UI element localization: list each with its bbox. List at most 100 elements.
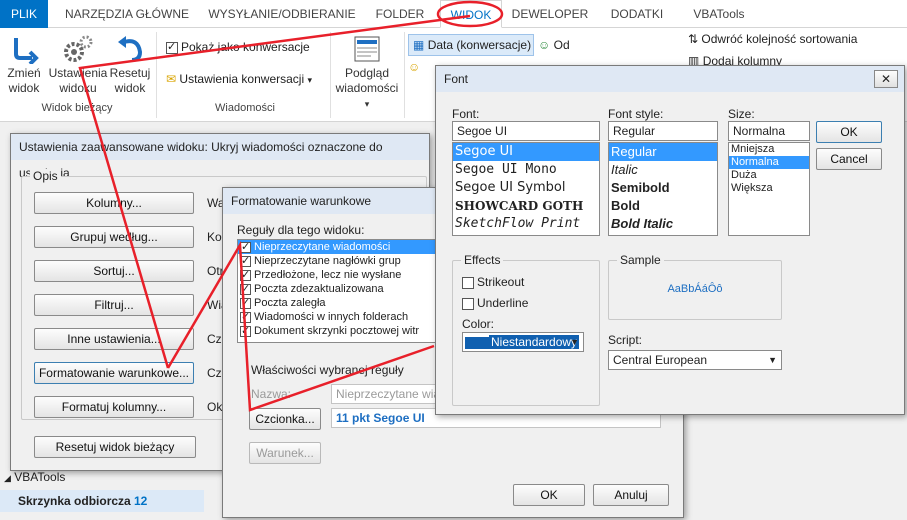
cancel-button[interactable]: Cancel <box>816 148 882 170</box>
font-list-items: Segoe UI Segoe UI Mono Segoe UI Symbol SHOW… <box>453 143 599 233</box>
ribbon-tab-bar: PLIK NARZĘDZIA GŁÓWNE WYSYŁANIE/ODBIERAN… <box>0 0 907 28</box>
ok-button[interactable]: OK <box>513 484 585 506</box>
show-as-conversations-checkbox[interactable]: Pokaż jako konwersacje <box>166 40 310 54</box>
rule-label: Przedłożone, lecz nie wysłane <box>254 269 402 281</box>
font-style-label: Font style: <box>608 107 664 121</box>
font-style-item[interactable]: Regular <box>609 143 717 161</box>
rule-checkbox[interactable] <box>240 254 251 268</box>
condition-button[interactable]: Warunek... <box>249 442 321 464</box>
tab-developer[interactable]: DEWELOPER <box>510 0 590 28</box>
group-current-view-label: Widok bieżący <box>41 102 113 114</box>
vbatools-label: VBATools <box>14 470 66 484</box>
arrangement-date-conversations[interactable]: ▦ Data (konwersacje) <box>408 34 534 56</box>
size-item[interactable]: Normalna <box>729 156 809 169</box>
font-list-item[interactable]: Segoe UI Mono <box>453 161 599 179</box>
rule-label: Poczta zaległa <box>254 297 326 309</box>
undo-icon <box>118 36 143 62</box>
font-style-item[interactable]: Bold Italic <box>609 215 717 233</box>
color-swatch <box>465 336 489 349</box>
show-as-conversations-label: Pokaż jako konwersacje <box>181 40 310 54</box>
font-style-item[interactable]: Italic <box>609 161 717 179</box>
format-columns-button[interactable]: Formatuj kolumny... <box>34 396 194 418</box>
envelope-icon: ✉ <box>166 72 177 86</box>
arrangement-date-label: Data (konwersacje) <box>427 38 532 52</box>
columns-button[interactable]: Kolumny... <box>34 192 194 214</box>
cancel-button[interactable]: Anuluj <box>593 484 669 506</box>
vbatools-pane-header[interactable]: ◢ VBATools <box>4 470 65 484</box>
dialog-title: Ustawienia zaawansowane widoku: Ukryj wi… <box>11 134 429 180</box>
size-item[interactable]: Większa <box>729 182 809 195</box>
tab-home[interactable]: NARZĘDZIA GŁÓWNE <box>62 0 192 28</box>
rule-label: Wiadomości w innych folderach <box>254 311 409 323</box>
message-preview-button[interactable]: Podgląd wiadomości ▾ <box>332 30 402 112</box>
font-dialog-title-text: Font <box>444 72 469 86</box>
preview-label-2-wrap: wiadomości ▾ <box>332 81 402 112</box>
checkbox-icon <box>166 40 178 54</box>
group-messages-label: Wiadomości <box>215 102 275 114</box>
inbox-folder-item[interactable]: Skrzynka odbiorcza 12 <box>0 490 204 512</box>
person-icon: ☺ <box>538 38 551 52</box>
script-value: Central European <box>613 353 708 367</box>
rule-checkbox[interactable] <box>240 310 251 324</box>
reset-view-button[interactable]: Resetuj widok <box>108 30 152 96</box>
size-field[interactable]: Normalna <box>728 121 810 141</box>
sort-button[interactable]: Sortuj... <box>34 260 194 282</box>
size-list[interactable]: Mniejsza Normalna Duża Większa <box>728 142 810 236</box>
tab-addins[interactable]: DODATKI <box>602 0 672 28</box>
font-list-item[interactable]: Segoe UI Symbol <box>453 179 599 197</box>
font-name-field[interactable]: Segoe UI <box>452 121 600 141</box>
size-item[interactable]: Mniejsza <box>729 143 809 156</box>
gears-icon <box>64 35 93 62</box>
conditional-formatting-button[interactable]: Formatowanie warunkowe... <box>34 362 194 384</box>
tab-view[interactable]: WIDOK <box>440 0 502 28</box>
ok-button[interactable]: OK <box>816 121 882 143</box>
change-view-button[interactable]: Zmień widok <box>2 30 46 96</box>
tab-file[interactable]: PLIK <box>0 0 48 28</box>
tab-folder[interactable]: FOLDER <box>368 0 432 28</box>
preview-icon <box>354 36 380 62</box>
font-list-item[interactable]: Segoe UI <box>453 143 599 161</box>
close-icon: ✕ <box>880 72 892 86</box>
size-item[interactable]: Duża <box>729 169 809 182</box>
font-style-item[interactable]: Semibold <box>609 179 717 197</box>
group-by-button[interactable]: Grupuj według... <box>34 226 194 248</box>
rule-checkbox[interactable] <box>240 282 251 296</box>
reset-current-view-button[interactable]: Resetuj widok bieżący <box>34 436 196 458</box>
other-settings-button[interactable]: Inne ustawienia... <box>34 328 194 350</box>
font-list-item[interactable]: SHOWCARD GOTH <box>453 197 599 215</box>
strikeout-checkbox[interactable]: Strikeout <box>462 275 524 289</box>
color-dropdown[interactable]: Niestandardowy ▼ <box>462 332 584 352</box>
view-settings-label-1: Ustawienia <box>48 66 108 80</box>
font-style-list[interactable]: Regular Italic Semibold Bold Bold Italic <box>608 142 718 236</box>
tab-send-receive[interactable]: WYSYŁANIE/ODBIERANIE <box>202 0 362 28</box>
script-dropdown[interactable]: Central European ▼ <box>608 350 782 370</box>
font-list[interactable]: Segoe UI Segoe UI Mono Segoe UI Symbol SHOW… <box>452 142 600 236</box>
tab-vbatools[interactable]: VBATools <box>684 0 754 28</box>
view-settings-label-2: widoku <box>59 81 97 95</box>
underline-label: Underline <box>477 296 529 310</box>
close-button[interactable]: ✕ <box>874 70 898 88</box>
rule-checkbox[interactable] <box>240 296 251 310</box>
font-button[interactable]: Czcionka... <box>249 408 321 430</box>
rule-checkbox[interactable] <box>240 324 251 338</box>
font-list-item[interactable]: SketchFlow Print <box>453 215 599 233</box>
conversation-settings-button[interactable]: ✉ Ustawienia konwersacji ▾ <box>166 72 312 86</box>
arrangement-from[interactable]: ☺ Od <box>538 38 570 52</box>
chevron-down-icon: ▾ <box>364 99 370 109</box>
reverse-sort-button[interactable]: ⇅ Odwróć kolejność sortowania <box>688 32 857 46</box>
view-settings-button[interactable]: Ustawienia widoku <box>46 30 110 96</box>
chevron-down-icon: ▼ <box>570 337 579 347</box>
arrangement-more-icon[interactable]: ☺ <box>408 60 420 74</box>
rule-label: Nieprzeczytane nagłówki grup <box>254 255 401 267</box>
rule-checkbox[interactable] <box>240 240 251 254</box>
font-style-field[interactable]: Regular <box>608 121 718 141</box>
font-style-item[interactable]: Bold <box>609 197 717 215</box>
size-label: Size: <box>728 107 755 121</box>
dialog-title: Font <box>436 66 904 92</box>
underline-checkbox[interactable]: Underline <box>462 296 528 310</box>
rule-checkbox[interactable] <box>240 268 251 282</box>
font-dialog: Font ✕ Font: Segoe UI Segoe UI Segoe UI M… <box>435 65 905 415</box>
change-view-label-1: Zmień <box>7 66 41 80</box>
filter-button[interactable]: Filtruj... <box>34 294 194 316</box>
color-label: Color: <box>462 317 495 331</box>
